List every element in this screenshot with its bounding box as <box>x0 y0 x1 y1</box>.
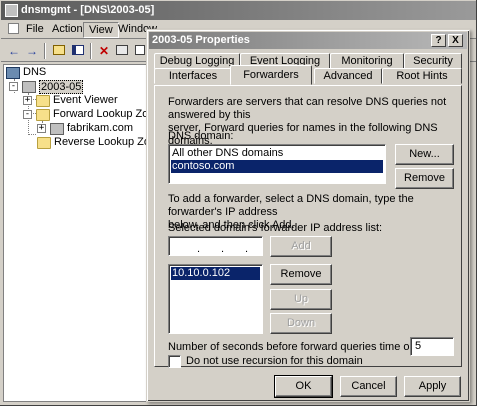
remove-ip-button[interactable]: Remove <box>270 264 332 285</box>
server-icon <box>22 81 36 93</box>
dns-app-icon <box>5 4 18 17</box>
tab-monitoring[interactable]: Monitoring <box>330 53 404 69</box>
dns-icon <box>6 67 20 79</box>
collapse-icon[interactable]: - <box>23 110 32 119</box>
tree-label: fabrikam.com <box>67 122 134 134</box>
toolbar-separator <box>44 43 46 59</box>
tab-forwarders[interactable]: Forwarders <box>230 65 312 85</box>
apply-button[interactable]: Apply <box>404 376 461 397</box>
dns-domain-label: DNS domain: <box>168 130 234 142</box>
event-viewer-icon <box>36 95 50 107</box>
tree-item-server[interactable]: - 2003-05 <box>9 80 149 94</box>
tree-item-reverse-zones[interactable]: Reverse Lookup Zones <box>35 136 168 150</box>
move-up-button[interactable]: Up <box>270 289 332 310</box>
tree-label: DNS <box>23 66 47 78</box>
back-arrow-icon[interactable]: ← <box>5 43 23 59</box>
ok-button[interactable]: OK <box>274 375 333 398</box>
tree-pane: DNS - 2003-05 + Event Viewer - Forward L… <box>3 64 168 402</box>
toolbar-separator <box>90 43 92 59</box>
add-ip-button[interactable]: Add <box>270 236 332 257</box>
move-down-button[interactable]: Down <box>270 313 332 334</box>
timeout-label: Number of seconds before forward queries… <box>168 341 422 353</box>
main-window-title: dnsmgmt - [DNS\2003-05] <box>21 4 155 16</box>
tree-item-forward-zones[interactable]: - Forward Lookup Zones <box>23 108 166 122</box>
tree-label: 2003-05 <box>39 80 84 94</box>
tab-interfaces[interactable]: Interfaces <box>154 68 232 84</box>
ip-dot: . <box>221 243 225 255</box>
no-recursion-checkbox[interactable] <box>168 355 181 368</box>
expand-icon[interactable]: + <box>23 96 32 105</box>
folder-open-icon <box>36 109 50 121</box>
dialog-title: 2003-05 Properties <box>152 34 250 46</box>
tab-debug-logging[interactable]: Debug Logging <box>154 53 240 69</box>
folder-icon <box>37 137 51 149</box>
tab-advanced[interactable]: Advanced <box>314 68 382 84</box>
timeout-input[interactable]: 5 <box>410 337 454 356</box>
cancel-button[interactable]: Cancel <box>340 376 397 397</box>
instructions-line: To add a forwarder, select a DNS domain,… <box>168 193 414 218</box>
collapse-icon[interactable]: - <box>9 82 18 91</box>
ip-dot: . <box>197 243 201 255</box>
up-one-level-icon[interactable] <box>50 43 68 59</box>
dialog-titlebar[interactable]: 2003-05 Properties ? X <box>149 32 467 49</box>
tree-label: Event Viewer <box>53 94 118 106</box>
tree-item-dns[interactable]: DNS <box>6 66 146 80</box>
zone-icon <box>50 123 64 135</box>
no-recursion-label[interactable]: Do not use recursion for this domain <box>186 355 363 368</box>
forward-arrow-icon[interactable]: → <box>23 43 41 59</box>
properties-icon[interactable] <box>113 43 131 59</box>
close-button[interactable]: X <box>448 34 463 47</box>
show-hide-tree-icon[interactable] <box>69 43 87 59</box>
menu-action[interactable]: Action <box>47 22 88 38</box>
new-domain-button[interactable]: New... <box>395 144 454 165</box>
forwarder-ip-input[interactable]: . . . <box>168 236 263 256</box>
main-titlebar[interactable]: dnsmgmt - [DNS\2003-05] <box>1 1 476 20</box>
properties-dialog: 2003-05 Properties ? X Debug Logging Eve… <box>146 29 470 402</box>
forwarders-tab-panel: Forwarders are servers that can resolve … <box>154 85 462 368</box>
tab-security[interactable]: Security <box>404 53 462 69</box>
forwarder-ip-list[interactable]: 10.10.0.102 <box>168 264 263 334</box>
dns-domain-list[interactable]: All other DNS domains contoso.com <box>168 144 386 184</box>
ip-dot: . <box>245 243 249 255</box>
expand-icon[interactable]: + <box>37 124 46 133</box>
list-item[interactable]: All other DNS domains <box>171 147 383 160</box>
tree-item-zone[interactable]: + fabrikam.com <box>37 122 149 136</box>
remove-domain-button[interactable]: Remove <box>395 168 454 189</box>
help-button[interactable]: ? <box>431 34 446 47</box>
tree-item-event-viewer[interactable]: + Event Viewer <box>23 94 148 108</box>
delete-icon[interactable]: ✕ <box>95 43 113 59</box>
menu-file[interactable]: File <box>21 22 49 38</box>
ip-list-label: Selected domain's forwarder IP address l… <box>168 222 383 234</box>
tab-root-hints[interactable]: Root Hints <box>382 68 462 84</box>
ip-list-item-selected[interactable]: 10.10.0.102 <box>171 267 260 280</box>
list-item-selected[interactable]: contoso.com <box>171 160 383 173</box>
description-line: Forwarders are servers that can resolve … <box>168 96 447 121</box>
